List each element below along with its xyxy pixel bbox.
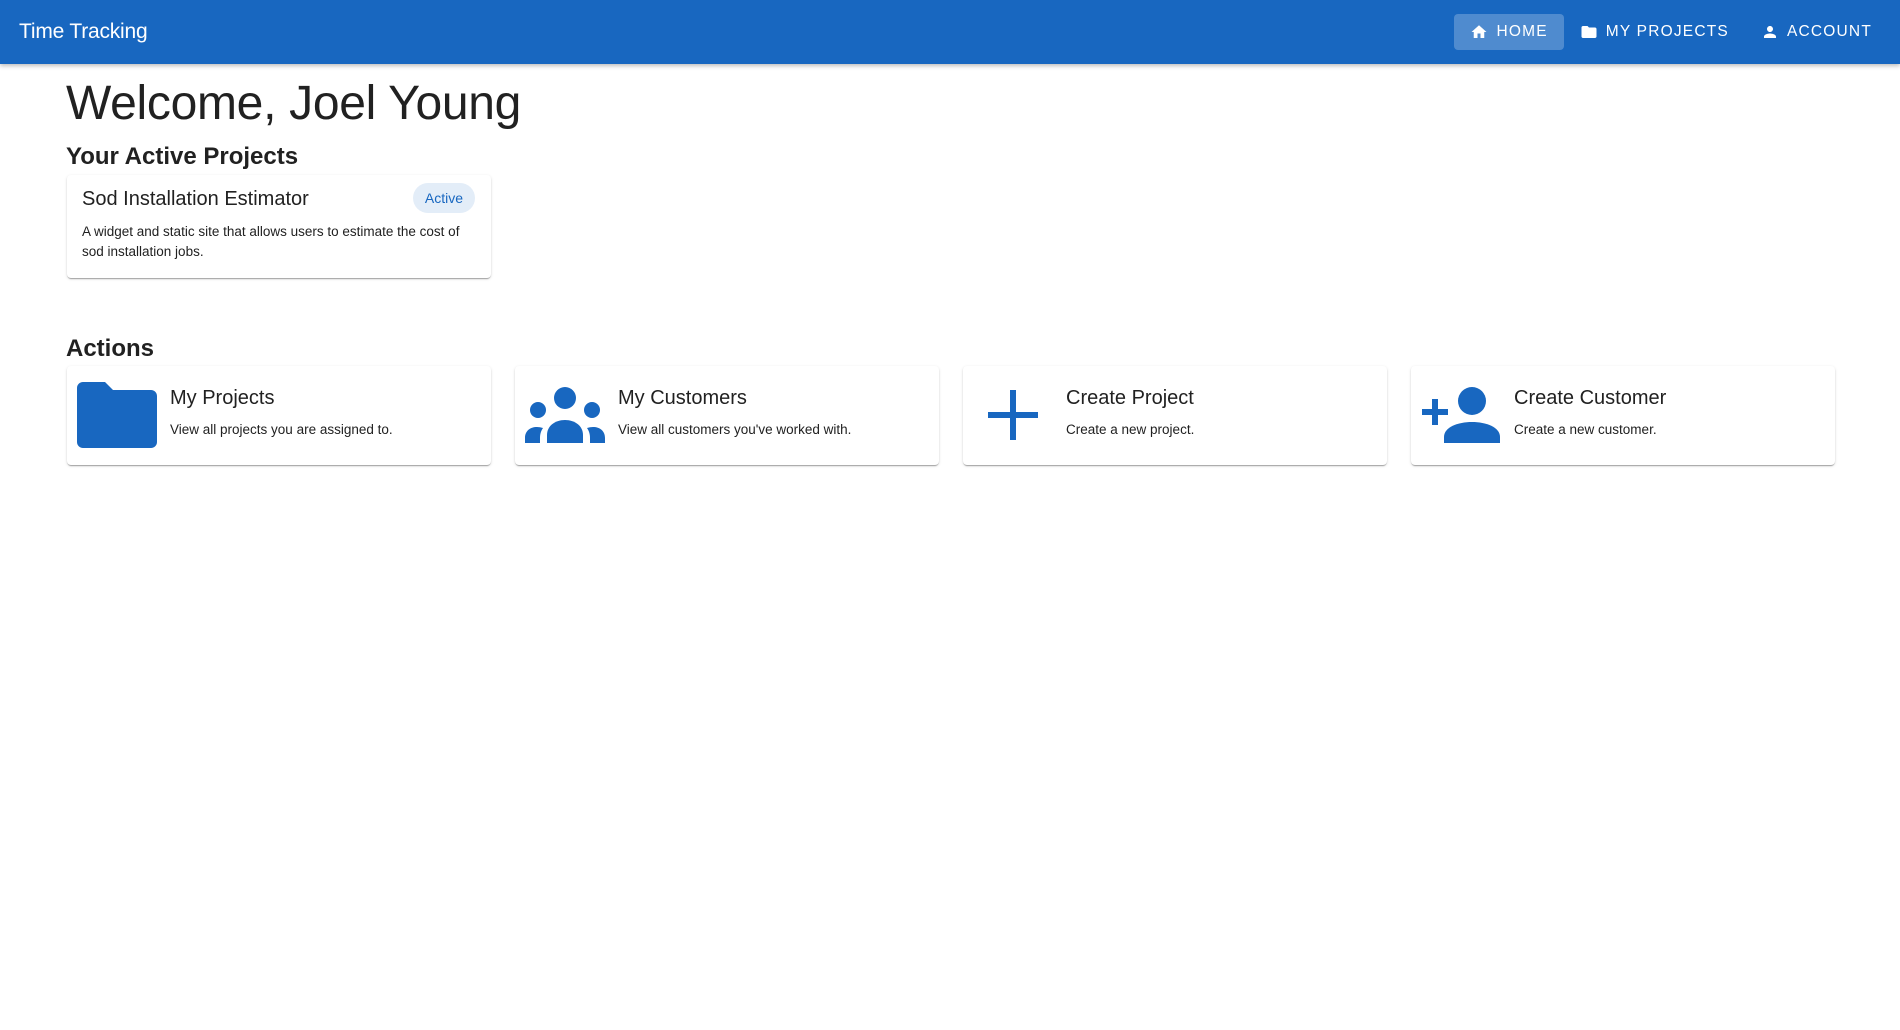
home-icon: [1471, 25, 1487, 38]
welcome-heading: Welcome, Joel Young: [66, 77, 522, 130]
action-card-create-project[interactable]: Create Project Create a new project.: [963, 366, 1387, 465]
action-title: My Customers: [618, 387, 747, 409]
action-card-create-customer[interactable]: Create Customer Create a new customer.: [1411, 366, 1835, 465]
status-badge: Active: [412, 183, 475, 213]
nav-account-label: Account: [1786, 23, 1872, 40]
actions-heading: Actions: [66, 335, 155, 362]
active-projects-heading: Your Active Projects: [66, 143, 299, 170]
action-card-my-projects[interactable]: My Projects View all projects you are as…: [67, 366, 491, 465]
action-subtitle: View all customers you've worked with.: [618, 422, 852, 437]
project-description: A widget and static site that allows use…: [82, 224, 460, 259]
action-title: My Projects: [170, 387, 275, 409]
nav-home-button[interactable]: Home: [1454, 14, 1564, 50]
project-card[interactable]: Sod Installation Estimator Active A widg…: [67, 175, 491, 278]
action-title: Create Customer: [1514, 387, 1667, 409]
nav-account-button[interactable]: Account: [1745, 14, 1888, 50]
top-nav: Home My Projects Account: [1454, 14, 1888, 50]
plus-icon: [971, 384, 1055, 446]
action-card-my-customers[interactable]: My Customers View all customers you've w…: [515, 366, 939, 465]
group-icon: [523, 384, 607, 446]
nav-my-projects-button[interactable]: My Projects: [1564, 14, 1745, 50]
person-icon: [1763, 26, 1776, 38]
add-person-icon: [1419, 384, 1503, 446]
nav-my-projects-label: My Projects: [1605, 23, 1729, 40]
action-subtitle: View all projects you are assigned to.: [170, 422, 393, 437]
app-title[interactable]: Time Tracking: [19, 20, 148, 44]
action-subtitle: Create a new customer.: [1514, 422, 1657, 437]
project-name: Sod Installation Estimator: [82, 188, 309, 210]
app-bar: Time Tracking Home My Projects Account: [0, 0, 1900, 64]
folder-icon: [1581, 26, 1597, 38]
folder-icon: [75, 382, 159, 448]
nav-home-label: Home: [1496, 23, 1548, 40]
action-subtitle: Create a new project.: [1066, 422, 1195, 437]
action-title: Create Project: [1066, 387, 1194, 409]
